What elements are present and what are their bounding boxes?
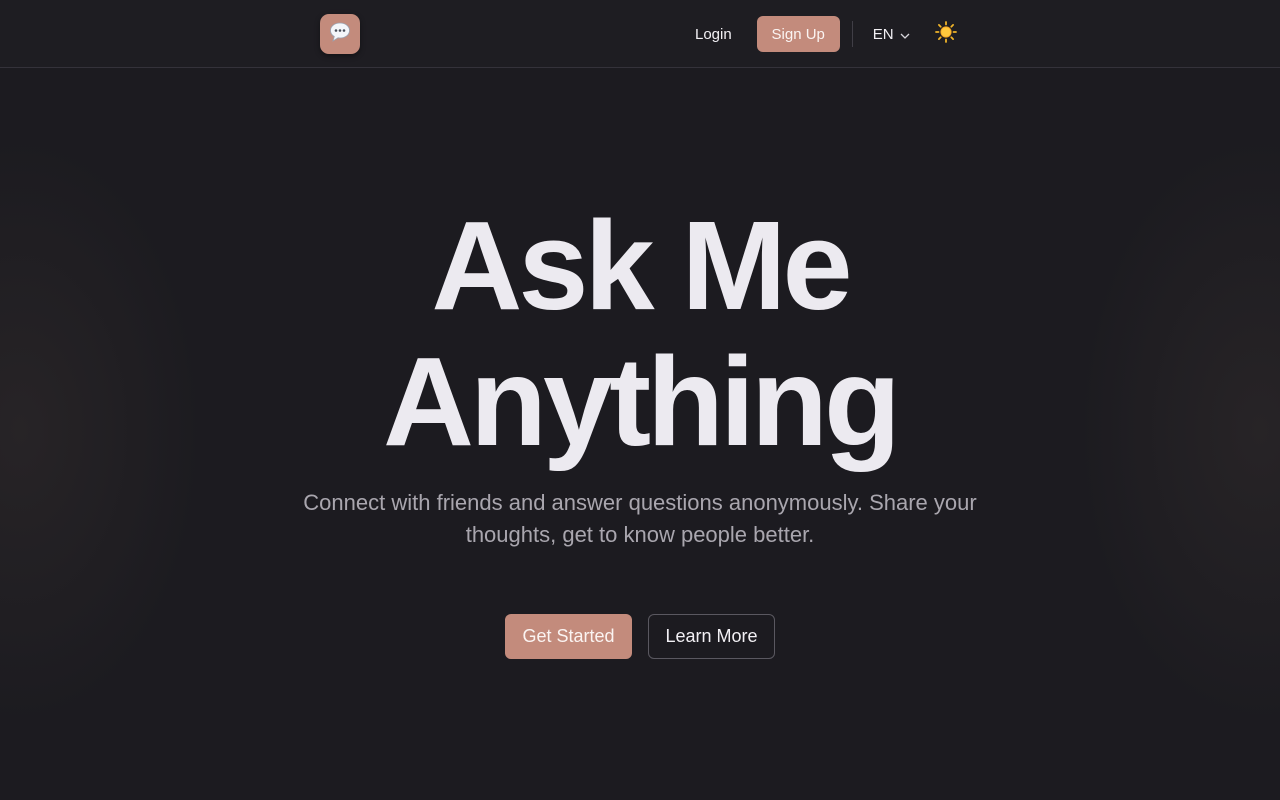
- theme-toggle-button[interactable]: [934, 20, 958, 48]
- hero-title-line-2: Anything: [383, 331, 901, 472]
- nav-divider: [851, 21, 853, 47]
- sun-icon: [934, 20, 957, 48]
- nav-actions: Login Sign Up EN: [680, 16, 958, 52]
- speech-bubble-icon: [329, 22, 351, 47]
- cta-group: Get Started Learn More: [505, 614, 775, 659]
- signup-button[interactable]: Sign Up: [756, 16, 840, 52]
- chevron-down-icon: [900, 26, 910, 43]
- language-select[interactable]: EN: [873, 26, 910, 43]
- hero-title: Ask Me Anything: [0, 198, 1280, 470]
- landing-page: Login Sign Up EN Ask Me Anything Connect…: [0, 0, 1280, 800]
- learn-more-button[interactable]: Learn More: [648, 614, 775, 659]
- get-started-button[interactable]: Get Started: [505, 614, 632, 659]
- hero-title-line-2-wrap: Anything: [381, 331, 901, 472]
- hero-title-line-1: Ask Me: [431, 195, 852, 336]
- top-navbar: Login Sign Up EN: [0, 0, 1280, 68]
- login-button[interactable]: Login: [680, 16, 747, 52]
- language-label: EN: [872, 25, 894, 43]
- hero-subtitle: Connect with friends and answer question…: [303, 490, 977, 547]
- app-logo[interactable]: [320, 14, 360, 54]
